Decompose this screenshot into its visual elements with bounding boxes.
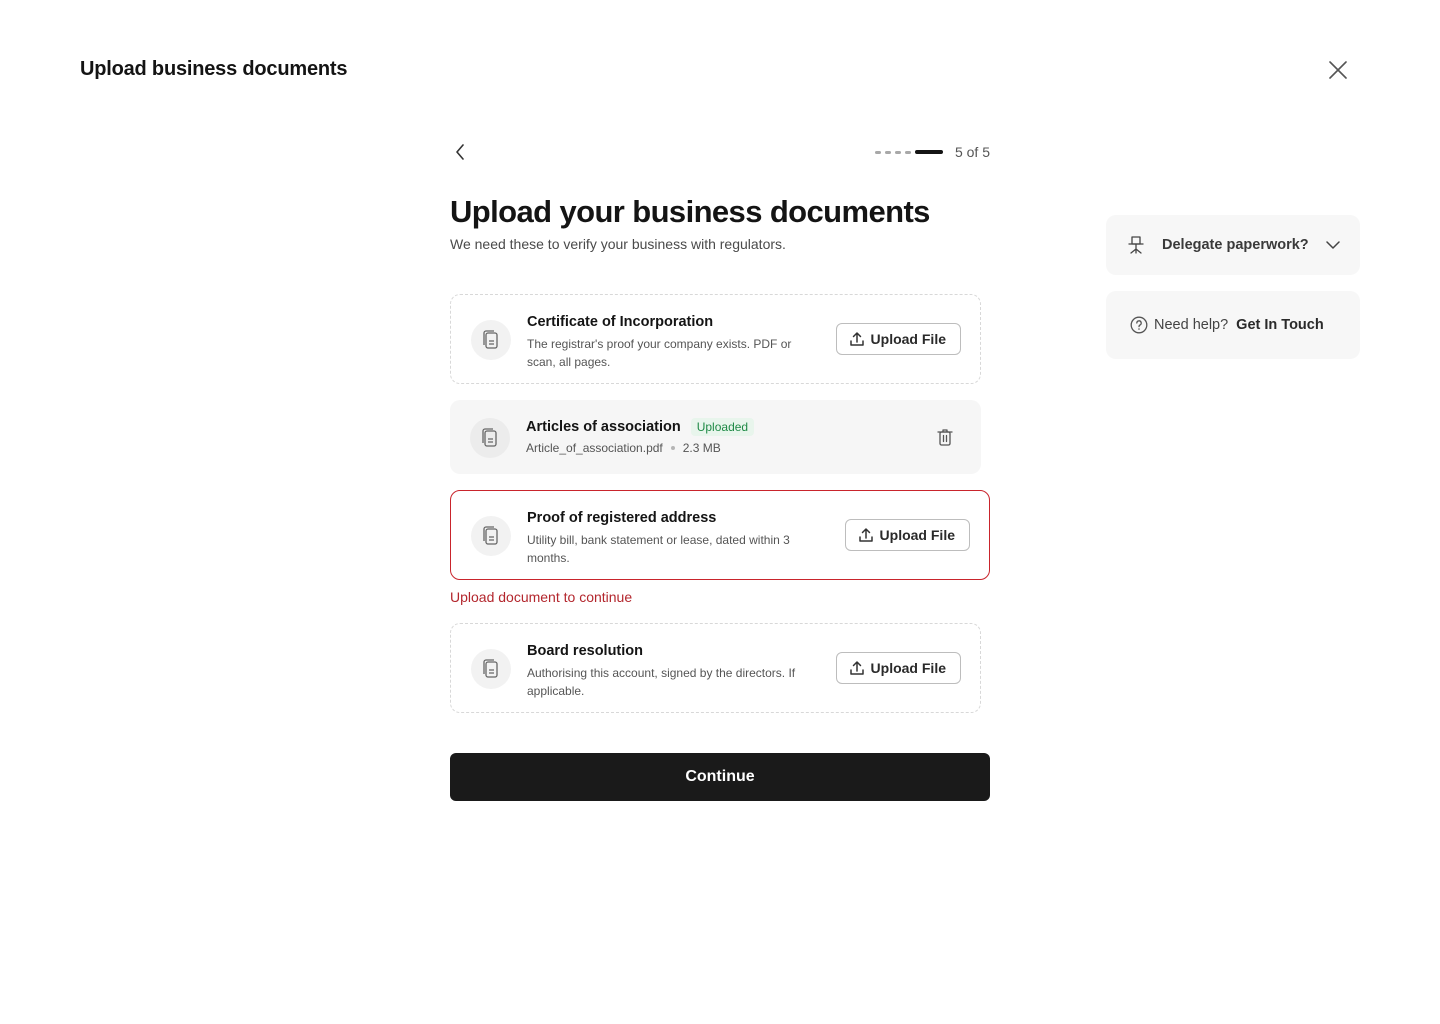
step-progress: 5 of 5 <box>874 144 990 160</box>
document-title: Articles of association <box>526 419 681 435</box>
document-icon <box>471 320 511 360</box>
page-title: Upload business documents <box>80 58 348 80</box>
section-subheading: We need these to verify your business wi… <box>450 236 786 252</box>
main-content: 5 of 5 Upload your business documents We… <box>450 140 990 801</box>
upload-file-button[interactable]: Upload File <box>835 652 961 684</box>
upload-file-label: Upload File <box>870 660 946 676</box>
progress-dot <box>894 150 901 154</box>
upload-icon <box>849 332 864 346</box>
document-list: Certificate of Incorporation The registr… <box>450 294 990 713</box>
file-meta: Article_of_association.pdf 2.3 MB <box>526 441 961 455</box>
document-title: Certificate of Incorporation <box>527 314 714 330</box>
delete-file-button[interactable] <box>935 426 955 448</box>
document-card-articles: Articles of association Uploaded Article… <box>450 400 981 474</box>
help-circle-icon <box>1130 316 1148 334</box>
step-topbar: 5 of 5 <box>450 140 990 164</box>
document-title: Proof of registered address <box>527 510 717 526</box>
help-text: Need help? <box>1154 317 1229 333</box>
progress-dot <box>904 150 911 154</box>
get-in-touch-link[interactable]: Get In Touch <box>1236 317 1324 333</box>
document-title: Board resolution <box>527 643 644 659</box>
upload-icon <box>858 528 873 542</box>
delegate-paperwork-toggle[interactable]: Delegate paperwork? <box>1106 215 1360 275</box>
close-button[interactable] <box>1326 58 1350 82</box>
upload-icon <box>849 661 864 675</box>
document-icon <box>471 649 511 689</box>
document-icon <box>470 418 510 458</box>
file-size: 2.3 MB <box>682 441 721 455</box>
progress-dot-active <box>914 150 943 154</box>
status-badge: Uploaded <box>690 418 755 436</box>
progress-dots <box>874 150 943 154</box>
continue-button[interactable]: Continue <box>450 753 990 801</box>
chair-icon <box>1128 236 1144 254</box>
delegate-label: Delegate paperwork? <box>1162 237 1309 253</box>
chevron-down-icon <box>1326 241 1340 249</box>
document-card-address: Proof of registered address Utility bill… <box>450 490 990 580</box>
upload-file-button[interactable]: Upload File <box>835 323 961 355</box>
progress-dot <box>884 150 891 154</box>
file-name: Article_of_association.pdf <box>526 441 663 455</box>
document-description: Authorising this account, signed by the … <box>527 666 796 698</box>
document-icon <box>471 516 511 556</box>
side-panel: Delegate paperwork? Need help? Get In To… <box>1106 215 1360 359</box>
error-message: Upload document to continue <box>450 589 633 605</box>
section-heading: Upload your business documents <box>450 194 930 229</box>
document-card-board-resolution: Board resolution Authorising this accoun… <box>450 623 981 713</box>
upload-file-label: Upload File <box>870 331 946 347</box>
progress-dot <box>874 150 881 154</box>
upload-file-label: Upload File <box>879 527 955 543</box>
document-card-certificate: Certificate of Incorporation The registr… <box>450 294 981 384</box>
meta-separator <box>670 446 675 450</box>
step-counter: 5 of 5 <box>954 144 990 160</box>
close-icon <box>1329 61 1347 79</box>
document-description: The registrar's proof your company exist… <box>527 337 792 369</box>
chevron-left-icon <box>456 144 464 160</box>
back-button[interactable] <box>450 140 470 164</box>
help-card: Need help? Get In Touch <box>1106 291 1360 359</box>
trash-icon <box>937 429 953 446</box>
upload-file-button[interactable]: Upload File <box>844 519 970 551</box>
document-description: Utility bill, bank statement or lease, d… <box>527 533 790 565</box>
